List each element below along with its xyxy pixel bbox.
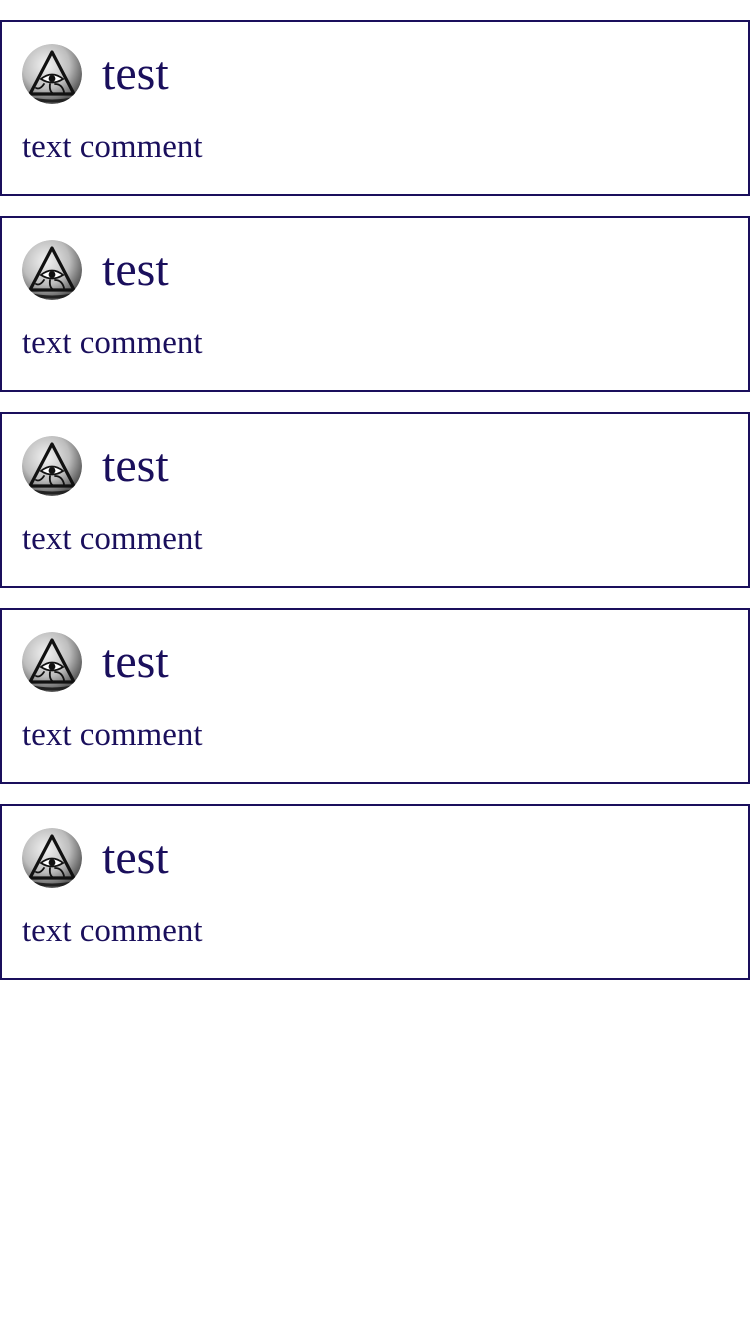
comment-text: text comment (22, 913, 203, 949)
comment-text: text comment (22, 521, 203, 557)
comment-author: test (102, 439, 169, 492)
comment-author: test (102, 47, 169, 100)
comment-text: text comment (22, 717, 203, 753)
comment-author: test (102, 831, 169, 884)
comment-card: test text comment (0, 608, 750, 784)
comment-text: text comment (22, 129, 203, 165)
comment-card: test text comment (0, 804, 750, 980)
comment-card: test text comment (0, 412, 750, 588)
avatar[interactable] (22, 828, 82, 888)
comment-card: test text comment (0, 216, 750, 392)
comment-author: test (102, 243, 169, 296)
eye-of-providence-icon (22, 632, 82, 692)
comment-text: text comment (22, 325, 203, 361)
avatar[interactable] (22, 436, 82, 496)
eye-of-providence-icon (22, 436, 82, 496)
comment-author: test (102, 635, 169, 688)
eye-of-providence-icon (22, 44, 82, 104)
eye-of-providence-icon (22, 828, 82, 888)
eye-of-providence-icon (22, 240, 82, 300)
avatar[interactable] (22, 240, 82, 300)
comment-card: test text comment (0, 20, 750, 196)
comment-list: test text comment test text comment test… (0, 20, 750, 1000)
avatar[interactable] (22, 44, 82, 104)
avatar[interactable] (22, 632, 82, 692)
